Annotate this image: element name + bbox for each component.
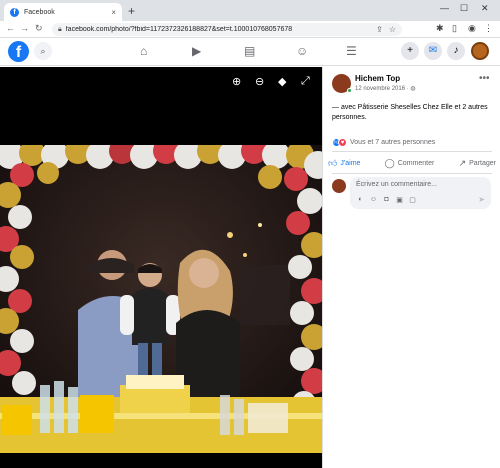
- minimize-icon[interactable]: —: [440, 3, 449, 13]
- fullscreen-icon[interactable]: ⤢: [301, 75, 310, 88]
- close-window-icon[interactable]: ✕: [481, 3, 489, 14]
- divider: [332, 173, 492, 174]
- tag-icon[interactable]: ◆: [278, 75, 286, 88]
- tab-title: Facebook: [24, 8, 55, 16]
- photo-viewer: ⊕ ⊖ ◆ ⤢: [0, 67, 322, 468]
- lock-icon: 🔒︎: [58, 25, 62, 33]
- extensions-icon[interactable]: ✱: [436, 23, 444, 34]
- party-photo-illustration: [0, 145, 322, 453]
- send-icon[interactable]: ➤: [478, 195, 485, 204]
- thumbs-up-icon: 👍︎: [328, 157, 338, 168]
- more-options-icon[interactable]: •••: [479, 73, 490, 84]
- search-icon[interactable]: ⌕: [34, 42, 52, 60]
- love-reaction-icon: ♥: [338, 138, 347, 147]
- photo-image[interactable]: [0, 145, 322, 453]
- reactions-summary[interactable]: 👍︎ ♥ Vous et 7 autres personnes: [332, 138, 435, 147]
- comment-button[interactable]: ◯ Commenter: [385, 155, 435, 171]
- comment-bubble-icon: ◯: [384, 157, 395, 168]
- comment-label: Commenter: [397, 159, 435, 167]
- watch-icon[interactable]: ▶: [192, 44, 201, 58]
- avatar-sticker-icon[interactable]: ◐: [356, 196, 365, 204]
- forward-icon[interactable]: →: [20, 23, 29, 33]
- menu-icon[interactable]: ☰: [346, 44, 357, 58]
- notifications-bell-icon[interactable]: ♪: [447, 42, 465, 60]
- post-body-text: — avec Pâtisserie Sheselles Chez Elle et…: [332, 104, 488, 121]
- like-label: J'aime: [340, 159, 361, 167]
- browser-toolbar: ← → ↻ 🔒︎ facebook.com/photo/?fbid=117237…: [0, 21, 500, 38]
- address-bar[interactable]: 🔒︎ facebook.com/photo/?fbid=117237232618…: [52, 23, 402, 36]
- share-label: Partager: [469, 159, 496, 167]
- side-panel-icon[interactable]: ▯: [452, 23, 457, 34]
- gif-icon[interactable]: ▣: [395, 196, 404, 204]
- post-date[interactable]: 12 novembre 2016 · ◍: [355, 85, 416, 92]
- home-icon[interactable]: ⌂: [140, 44, 147, 58]
- chrome-menu-icon[interactable]: ⋮: [484, 23, 493, 34]
- post-actions: 👍︎ J'aime ◯ Commenter ↗ Partager: [328, 155, 496, 171]
- profile-icon[interactable]: ◉: [468, 23, 476, 34]
- back-icon[interactable]: ←: [6, 23, 15, 33]
- facebook-favicon-icon: f: [10, 7, 19, 17]
- marketplace-icon[interactable]: ▤: [244, 44, 255, 58]
- create-plus-icon[interactable]: +: [401, 42, 419, 60]
- reactions-count-text: Vous et 7 autres personnes: [350, 139, 436, 146]
- groups-icon[interactable]: ☺: [296, 44, 308, 58]
- commenter-avatar: [332, 179, 346, 193]
- comment-placeholder: Écrivez un commentaire...: [356, 181, 437, 188]
- share-button[interactable]: ↗ Partager: [459, 155, 496, 171]
- divider: [332, 151, 492, 152]
- comment-input[interactable]: Écrivez un commentaire... ◐ ☺ ◘ ▣ ▢ ➤: [350, 177, 491, 209]
- browser-tab-bar: f Facebook × + — ☐ ✕: [0, 0, 500, 21]
- browser-tab[interactable]: f Facebook ×: [4, 3, 122, 21]
- account-avatar[interactable]: [471, 42, 489, 60]
- share-arrow-icon: ↗: [458, 157, 467, 168]
- share-page-icon[interactable]: ⇪: [376, 25, 383, 34]
- comment-tools: ◐ ☺ ◘ ▣ ▢: [356, 196, 417, 204]
- zoom-out-icon[interactable]: ⊖: [255, 75, 264, 88]
- emoji-icon[interactable]: ☺: [369, 196, 378, 204]
- url-text: facebook.com/photo/?fbid=117237232618882…: [65, 26, 293, 33]
- tab-close-icon[interactable]: ×: [111, 8, 116, 17]
- online-status-dot: [347, 88, 352, 93]
- maximize-icon[interactable]: ☐: [460, 3, 468, 14]
- like-button[interactable]: 👍︎ J'aime: [328, 155, 360, 171]
- zoom-in-icon[interactable]: ⊕: [232, 75, 241, 88]
- facebook-top-nav: f ⌕ ⌂ ▶ ▤ ☺ ☰ + ✉ ♪: [0, 38, 500, 66]
- camera-icon[interactable]: ◘: [382, 196, 391, 204]
- sticker-icon[interactable]: ▢: [408, 196, 417, 204]
- post-details-panel: Hichem Top 12 novembre 2016 · ◍ ••• — av…: [322, 67, 500, 468]
- new-tab-button[interactable]: +: [128, 4, 135, 18]
- post-author-name[interactable]: Hichem Top: [355, 74, 400, 83]
- reload-icon[interactable]: ↻: [35, 23, 43, 34]
- messenger-icon[interactable]: ✉: [424, 42, 442, 60]
- bookmark-star-icon[interactable]: ☆: [389, 25, 396, 34]
- facebook-logo-icon[interactable]: f: [8, 41, 29, 62]
